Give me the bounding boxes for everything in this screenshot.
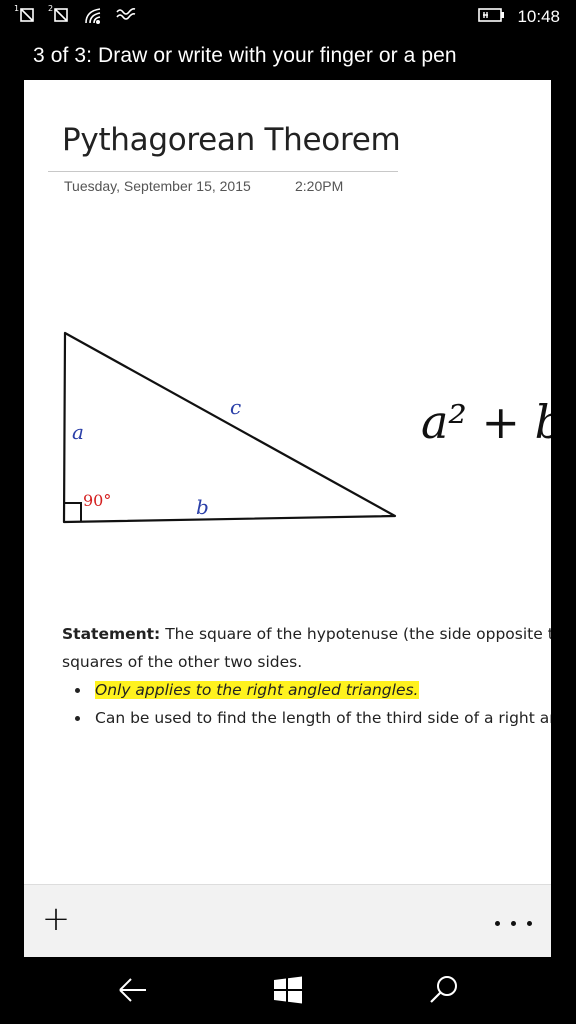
note-page[interactable]: Pythagorean Theorem Tuesday, September 1… [24,80,551,884]
status-bar: 1 2 10:48 [0,0,576,34]
list-item: Only applies to the right angled triangl… [62,676,551,704]
add-button[interactable]: + [38,899,74,939]
statement-line-2: squares of the other two sides. [62,653,303,671]
sim1-no-signal-icon: 1 [14,3,38,29]
more-icon[interactable] [487,909,543,933]
sim2-no-signal-icon: 2 [48,3,72,29]
tutorial-step-title: 3 of 3: Draw or write with your finger o… [33,44,457,67]
battery-charging-icon [475,6,505,28]
highlighted-text: Only applies to the right angled triangl… [95,681,419,699]
svg-text:1: 1 [14,4,19,13]
ink-label-c: c [230,395,241,419]
page-time: 2:20PM [295,178,344,194]
ink-drawing[interactable]: a c b 90° a² + b [24,310,551,610]
ink-label-angle: 90° [83,491,111,510]
page-date: Tuesday, September 15, 2015 [64,178,251,194]
svg-text:2: 2 [48,4,53,13]
back-arrow-icon[interactable] [112,972,152,1008]
ink-label-b: b [196,495,209,519]
app-bar: + [24,884,551,957]
statement-text: The square of the hypotenuse (the side o… [165,625,551,643]
title-divider [48,171,398,172]
search-icon[interactable] [424,972,464,1008]
statement-line: Statement: The square of the hypotenuse … [62,620,551,648]
page-title[interactable]: Pythagorean Theorem [62,122,401,158]
statement-label: Statement: [62,625,161,643]
ink-right-angle-marker [64,502,82,522]
ink-formula: a² + b [421,395,551,449]
list-item: Can be used to find the length of the th… [62,704,551,732]
bullet-list: Only applies to the right angled triangl… [62,676,551,732]
ink-label-a: a [72,420,84,444]
ink-triangle [62,331,397,524]
status-time: 10:48 [517,7,560,26]
status-icons: 1 2 [14,4,136,28]
windows-start-icon[interactable] [268,972,308,1008]
note-body-text[interactable]: Statement: The square of the hypotenuse … [62,620,551,732]
data-sync-icon [114,3,136,29]
wifi-icon [82,3,104,29]
navigation-bar [0,958,576,1024]
